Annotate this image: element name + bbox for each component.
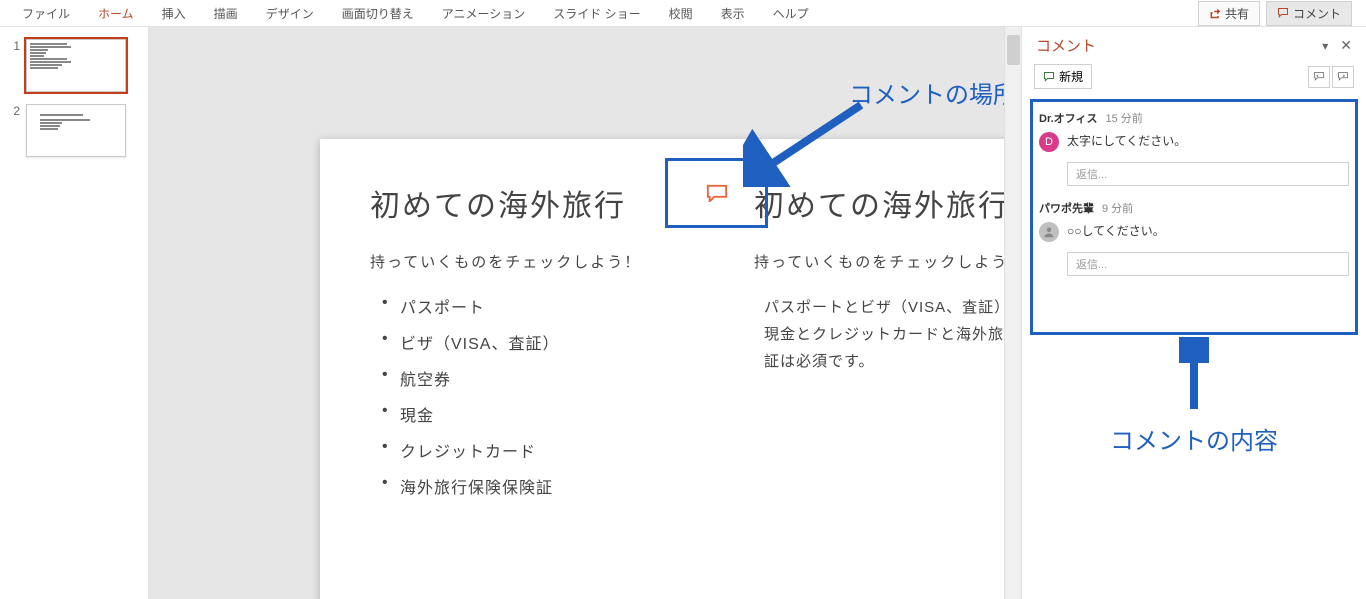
tab-help[interactable]: ヘルプ <box>759 1 823 26</box>
tab-draw[interactable]: 描画 <box>200 1 252 26</box>
comment-bubble-icon <box>706 184 728 202</box>
share-label: 共有 <box>1225 5 1249 22</box>
next-comment-button[interactable] <box>1332 66 1354 88</box>
list-item: 海外旅行保険保険証 <box>400 474 710 498</box>
vertical-scrollbar[interactable] <box>1004 27 1021 599</box>
thumb-preview-2 <box>26 104 126 157</box>
slide-canvas[interactable]: 初めての海外旅行 持っていくものをチェックしよう！ パスポート ビザ（VISA、… <box>149 27 1021 599</box>
arrow-1 <box>743 97 873 187</box>
list-item: 航空券 <box>400 366 710 390</box>
tab-insert[interactable]: 挿入 <box>148 1 200 26</box>
comments-pane: コメント ▾ ✕ 新規 Dr.オフィス 15 分前 <box>1021 27 1366 599</box>
thumb-preview-1 <box>26 39 126 92</box>
thumbnail-1[interactable]: 1 <box>0 35 148 100</box>
comment-time: 15 分前 <box>1105 110 1142 126</box>
comment-text: ○○してください。 <box>1067 222 1165 239</box>
comment-icon <box>1277 7 1289 19</box>
comment-toggle-button[interactable]: コメント <box>1266 1 1352 26</box>
new-comment-icon <box>1043 71 1055 83</box>
comment-list-highlight: Dr.オフィス 15 分前 D 太字にしてください。 返信... パワポ先輩 9… <box>1030 99 1358 335</box>
reply-input[interactable]: 返信... <box>1067 252 1349 276</box>
thumb-number: 2 <box>8 104 20 118</box>
comment-item-2[interactable]: パワポ先輩 9 分前 ○○してください。 返信... <box>1039 200 1349 276</box>
comment-text: 太字にしてください。 <box>1067 132 1186 149</box>
thumbnail-2[interactable]: 2 <box>0 100 148 165</box>
new-comment-button[interactable]: 新規 <box>1034 64 1092 89</box>
prev-icon <box>1313 71 1325 83</box>
tab-file[interactable]: ファイル <box>8 1 84 26</box>
annotation-content-label: コメントの内容 <box>1110 421 1278 456</box>
tab-review[interactable]: 校閲 <box>655 1 707 26</box>
comment-time: 9 分前 <box>1102 200 1133 216</box>
share-icon <box>1209 7 1221 19</box>
tab-view[interactable]: 表示 <box>707 1 759 26</box>
pane-options-icon[interactable]: ▾ <box>1322 39 1328 53</box>
comment-author: パワポ先輩 <box>1039 200 1094 216</box>
slide-subtitle-left[interactable]: 持っていくものをチェックしよう！ <box>370 251 710 272</box>
avatar: D <box>1039 132 1059 152</box>
slide-thumbnails: 1 2 <box>0 27 149 599</box>
comment-toggle-label: コメント <box>1293 5 1341 22</box>
bullet-list[interactable]: パスポート ビザ（VISA、査証） 航空券 現金 クレジットカード 海外旅行保険… <box>370 294 710 498</box>
slide-title-left[interactable]: 初めての海外旅行 <box>370 181 710 225</box>
list-item: パスポート <box>400 294 710 318</box>
ribbon-tabs: ファイル ホーム 挿入 描画 デザイン 画面切り替え アニメーション スライド … <box>0 0 1366 27</box>
list-item: ビザ（VISA、査証） <box>400 330 710 354</box>
close-icon[interactable]: ✕ <box>1340 37 1352 54</box>
scroll-thumb[interactable] <box>1007 35 1020 65</box>
slide-paragraph[interactable]: パスポートとビザ（VISA、査証）と航空券と現金とクレジットカードと海外旅行保険… <box>754 294 1021 375</box>
comments-pane-title: コメント <box>1036 35 1096 56</box>
slide-subtitle-right[interactable]: 持っていくものをチェックしよう！ <box>754 251 1021 272</box>
prev-comment-button[interactable] <box>1308 66 1330 88</box>
slide-title-right[interactable]: 初めての海外旅行 <box>754 181 1021 225</box>
next-icon <box>1337 71 1349 83</box>
list-item: 現金 <box>400 402 710 426</box>
reply-input[interactable]: 返信... <box>1067 162 1349 186</box>
new-comment-label: 新規 <box>1059 68 1083 85</box>
tab-slideshow[interactable]: スライド ショー <box>539 1 654 26</box>
comment-author: Dr.オフィス <box>1039 110 1097 126</box>
tab-animations[interactable]: アニメーション <box>428 1 540 26</box>
tab-transitions[interactable]: 画面切り替え <box>328 1 428 26</box>
comment-item-1[interactable]: Dr.オフィス 15 分前 D 太字にしてください。 返信... <box>1039 110 1349 186</box>
slide-left-column: 初めての海外旅行 持っていくものをチェックしよう！ パスポート ビザ（VISA、… <box>370 181 710 510</box>
share-button[interactable]: 共有 <box>1198 1 1260 26</box>
arrow-3 <box>1179 337 1209 417</box>
tab-design[interactable]: デザイン <box>252 1 328 26</box>
tab-home[interactable]: ホーム <box>84 1 148 26</box>
avatar <box>1039 222 1059 242</box>
thumb-number: 1 <box>8 39 20 53</box>
list-item: クレジットカード <box>400 438 710 462</box>
slide-right-column: 初めての海外旅行 持っていくものをチェックしよう！ パスポートとビザ（VISA、… <box>754 181 1021 510</box>
